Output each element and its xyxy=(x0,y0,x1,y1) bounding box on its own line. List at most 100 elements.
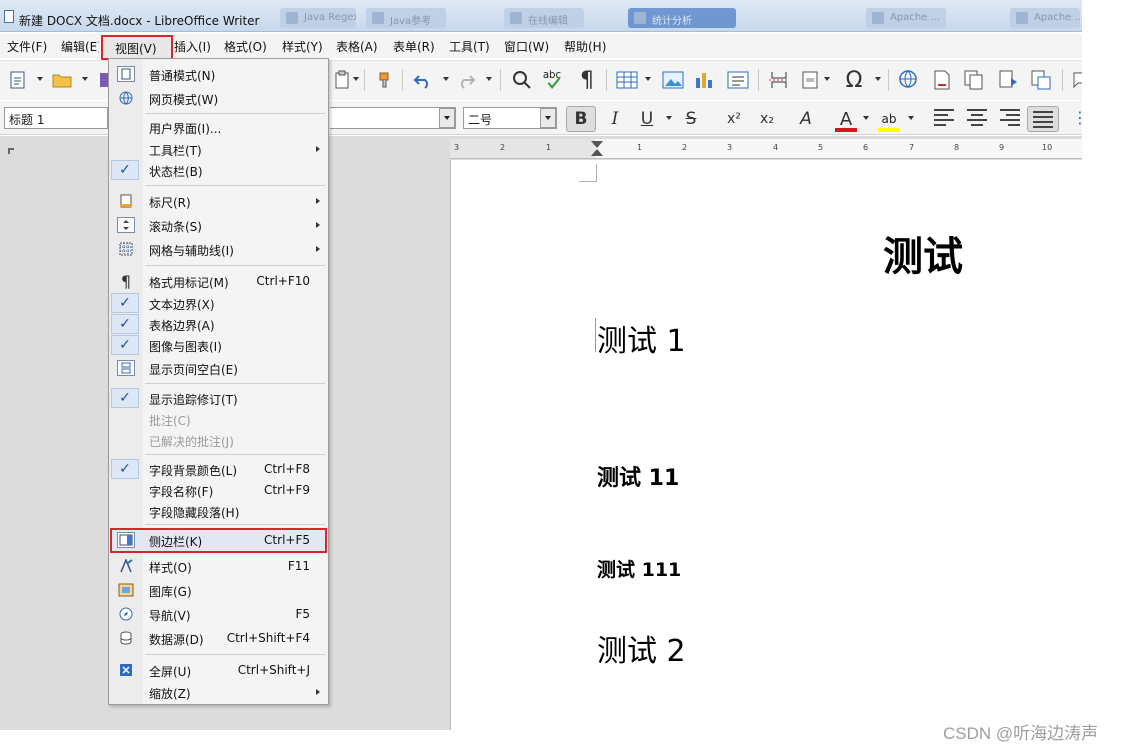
menu-item-toolbars[interactable]: 工具栏(T) xyxy=(109,138,328,160)
superscript-button[interactable]: x² xyxy=(722,106,746,132)
menu-file[interactable]: 文件(F) xyxy=(7,38,47,55)
insert-field-dropdown-icon[interactable] xyxy=(824,77,830,81)
menu-styles[interactable]: 样式(Y) xyxy=(282,38,323,55)
menu-item-formatting-marks[interactable]: ¶ 格式用标记(M) Ctrl+F10 xyxy=(109,270,328,292)
menu-item-whitespace[interactable]: 显示页间空白(E) xyxy=(109,357,328,379)
menu-item-shortcut: Ctrl+F9 xyxy=(264,483,310,497)
compare-document-icon[interactable] xyxy=(1029,68,1053,92)
background-tab[interactable]: 统计分析 xyxy=(628,8,736,28)
menu-format[interactable]: 格式(O) xyxy=(224,38,267,55)
menu-item-field-shadings[interactable]: ✓ 字段背景颜色(L) Ctrl+F8 xyxy=(109,458,328,480)
redo-icon[interactable] xyxy=(454,68,478,92)
font-size-dropdown-icon[interactable] xyxy=(540,108,556,128)
menu-item-data-sources[interactable]: 数据源(D) Ctrl+Shift+F4 xyxy=(109,627,328,649)
navigator-icon xyxy=(117,606,135,622)
special-character-icon[interactable]: Ω xyxy=(842,68,866,93)
menu-item-zoom[interactable]: 缩放(Z) xyxy=(109,681,328,703)
italic-button[interactable]: I xyxy=(604,106,626,132)
find-replace-icon[interactable] xyxy=(510,68,534,92)
menu-item-text-boundaries[interactable]: ✓ 文本边界(X) xyxy=(109,292,328,314)
insert-textbox-icon[interactable] xyxy=(726,68,750,92)
background-tab[interactable]: Java参考 xyxy=(366,8,446,28)
insert-chart-icon[interactable] xyxy=(693,68,717,92)
formatting-marks-icon[interactable]: ¶ xyxy=(575,68,599,93)
background-tab[interactable]: Apache ... xyxy=(1010,8,1080,28)
hyperlink-icon[interactable] xyxy=(897,68,921,92)
menu-item-rulers[interactable]: 标尺(R) xyxy=(109,190,328,212)
menu-table[interactable]: 表格(A) xyxy=(336,38,378,55)
footnote-icon[interactable] xyxy=(930,68,954,92)
align-right-icon[interactable] xyxy=(1000,109,1020,127)
menu-item-status-bar[interactable]: ✓ 状态栏(B) xyxy=(109,159,328,181)
first-line-indent-marker[interactable] xyxy=(591,141,603,148)
new-document-dropdown-icon[interactable] xyxy=(37,77,43,81)
paste-icon[interactable] xyxy=(330,68,354,92)
menu-item-full-screen[interactable]: 全屏(U) Ctrl+Shift+J xyxy=(109,659,328,681)
ruler-icon xyxy=(117,193,135,209)
track-changes-icon[interactable] xyxy=(996,68,1020,92)
menu-item-grid-guides[interactable]: 网格与辅助线(I) xyxy=(109,238,328,260)
align-left-icon[interactable] xyxy=(934,109,954,127)
insert-bookmark-icon[interactable] xyxy=(962,68,986,92)
menu-item-navigator[interactable]: 导航(V) F5 xyxy=(109,603,328,625)
view-menu-dropdown: 普通模式(N) 网页模式(W) 用户界面(I)... 工具栏(T) ✓ 状态栏(… xyxy=(108,58,329,705)
window-title: 新建 DOCX 文档.docx - LibreOffice Writer xyxy=(19,14,260,28)
horizontal-ruler[interactable]: 3 2 1 1 2 3 4 5 6 7 8 9 10 xyxy=(450,139,1082,159)
underline-button[interactable]: U xyxy=(636,106,658,132)
special-character-dropdown-icon[interactable] xyxy=(875,77,881,81)
underline-dropdown-icon[interactable] xyxy=(666,116,672,120)
font-color-dropdown-icon[interactable] xyxy=(863,116,869,120)
undo-icon[interactable] xyxy=(411,68,435,92)
background-tab[interactable]: Apache ... xyxy=(866,8,946,28)
menu-item-user-interface[interactable]: 用户界面(I)... xyxy=(109,116,328,138)
insert-image-icon[interactable] xyxy=(661,68,685,92)
highlight-color-dropdown-icon[interactable] xyxy=(908,116,914,120)
menu-window[interactable]: 窗口(W) xyxy=(504,38,549,55)
font-name-dropdown-icon[interactable] xyxy=(439,108,455,128)
new-document-icon[interactable] xyxy=(6,68,30,92)
menu-item-sidebar[interactable]: 侧边栏(K) Ctrl+F5 xyxy=(110,528,327,553)
justify-button[interactable] xyxy=(1027,106,1059,132)
menu-item-normal-view[interactable]: 普通模式(N) xyxy=(109,63,328,85)
menu-tools[interactable]: 工具(T) xyxy=(449,38,490,55)
clone-formatting-icon[interactable] xyxy=(372,68,396,92)
menu-view[interactable]: 视图(V) xyxy=(101,35,173,60)
menu-help[interactable]: 帮助(H) xyxy=(564,38,606,55)
menu-insert[interactable]: 插入(I) xyxy=(174,38,211,55)
background-tab[interactable]: Java Regex xyxy=(280,8,356,28)
menu-item-track-changes[interactable]: ✓ 显示追踪修订(T) xyxy=(109,387,328,409)
menu-item-field-hidden-paragraphs[interactable]: 字段隐藏段落(H) xyxy=(109,500,328,522)
menu-item-field-names[interactable]: 字段名称(F) Ctrl+F9 xyxy=(109,479,328,501)
insert-table-icon[interactable] xyxy=(615,68,639,92)
insert-table-dropdown-icon[interactable] xyxy=(645,77,651,81)
clear-formatting-icon[interactable]: A xyxy=(794,106,818,132)
menu-separator xyxy=(145,383,325,384)
insert-field-icon[interactable] xyxy=(798,68,822,92)
menu-item-scrollbars[interactable]: 滚动条(S) xyxy=(109,214,328,236)
menu-form[interactable]: 表单(R) xyxy=(393,38,435,55)
subscript-button[interactable]: x₂ xyxy=(755,106,779,132)
bold-button[interactable]: B xyxy=(566,106,596,132)
left-indent-marker[interactable] xyxy=(591,149,603,156)
menu-item-images-charts[interactable]: ✓ 图像与图表(I) xyxy=(109,334,328,356)
menu-item-web-view[interactable]: 网页模式(W) xyxy=(109,87,328,109)
paragraph-style-box[interactable]: 标题 1 xyxy=(4,107,108,129)
strikethrough-button[interactable]: S xyxy=(680,106,702,132)
paste-dropdown-icon[interactable] xyxy=(353,77,359,81)
redo-dropdown-icon[interactable] xyxy=(486,77,492,81)
menu-item-table-boundaries[interactable]: ✓ 表格边界(A) xyxy=(109,313,328,335)
menu-edit[interactable]: 编辑(E) xyxy=(61,38,99,55)
document-page[interactable]: 测试 测试 1 测试 11 测试 111 测试 2 xyxy=(450,160,1082,730)
font-name-box[interactable] xyxy=(330,107,456,129)
menu-separator xyxy=(145,454,325,455)
menu-item-gallery[interactable]: 图库(G) xyxy=(109,579,328,601)
submenu-arrow-icon xyxy=(316,246,320,252)
undo-dropdown-icon[interactable] xyxy=(443,77,449,81)
background-tab[interactable]: 在线编辑 xyxy=(504,8,584,28)
page-break-icon[interactable] xyxy=(767,68,791,92)
align-center-icon[interactable] xyxy=(967,109,987,127)
open-dropdown-icon[interactable] xyxy=(82,77,88,81)
menu-item-styles[interactable]: 样式(O) F11 xyxy=(109,555,328,577)
spelling-icon[interactable]: abc xyxy=(541,68,565,92)
open-folder-icon[interactable] xyxy=(50,68,74,92)
